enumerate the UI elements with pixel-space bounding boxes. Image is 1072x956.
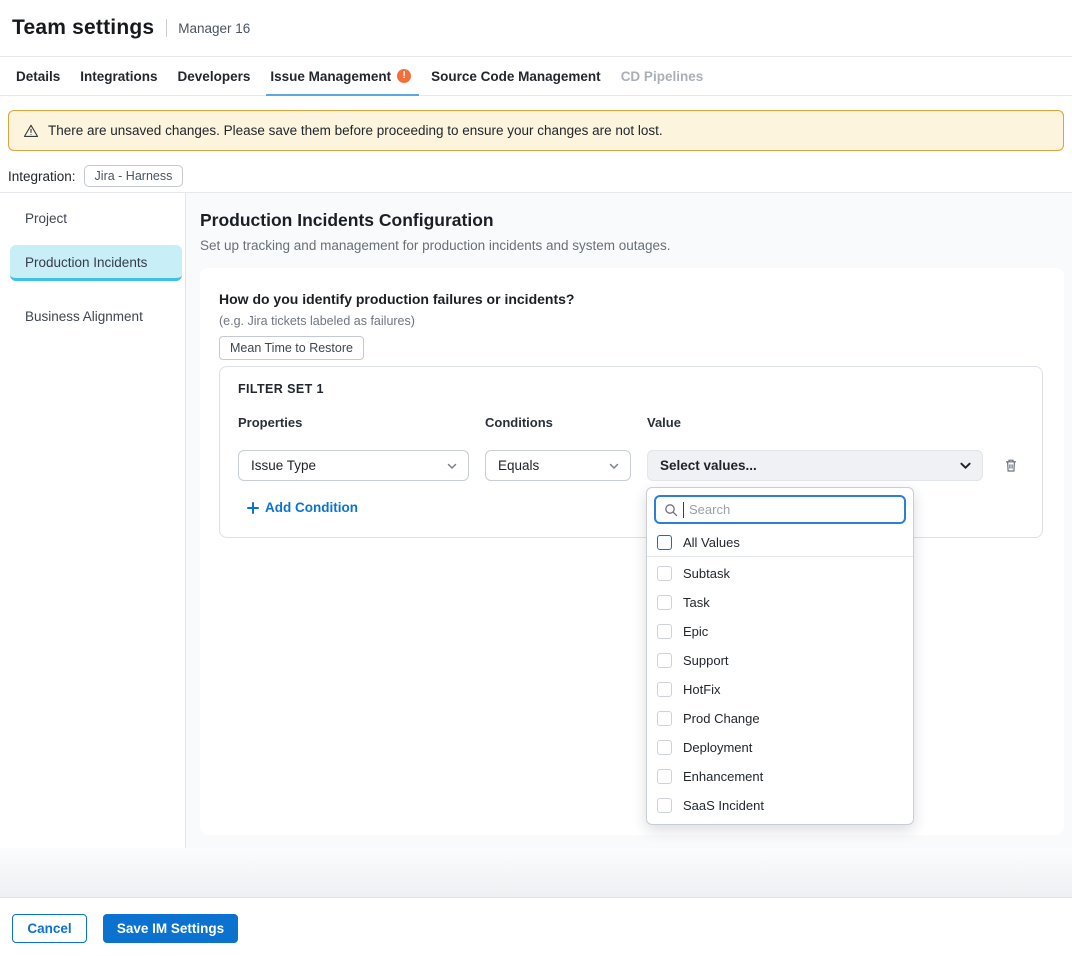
- sidebar-item-label: Project: [25, 211, 67, 226]
- tab-cd-pipelines: CD Pipelines: [621, 57, 704, 96]
- option-label: Enhancement: [683, 769, 763, 784]
- chevron-down-icon: [959, 459, 972, 472]
- tab-label: Issue Management: [270, 69, 391, 84]
- integration-label: Integration:: [8, 169, 76, 184]
- delete-filter-button[interactable]: [1001, 455, 1021, 475]
- tab-label: Details: [16, 69, 60, 84]
- filter-set-title: FILTER SET 1: [238, 382, 324, 396]
- question-hint: (e.g. Jira tickets labeled as failures): [219, 314, 415, 328]
- save-im-settings-button[interactable]: Save IM Settings: [103, 914, 238, 943]
- checkbox-icon[interactable]: [657, 624, 672, 639]
- filter-set-card: FILTER SET 1 Properties Conditions Value…: [219, 366, 1043, 538]
- column-label-properties: Properties: [238, 415, 302, 430]
- page-header: Team settings Manager 16: [0, 0, 1072, 57]
- checkbox-icon[interactable]: [657, 711, 672, 726]
- team-settings-page: Team settings Manager 16 Details Integra…: [0, 0, 1072, 956]
- property-select-value: Issue Type: [251, 458, 316, 473]
- tab-issue-management[interactable]: Issue Management !: [270, 57, 411, 96]
- tab-bar: Details Integrations Developers Issue Ma…: [0, 57, 1072, 96]
- option-saas-incident[interactable]: SaaS Incident: [647, 791, 913, 820]
- banner-text: There are unsaved changes. Please save t…: [48, 123, 663, 138]
- title-separator: [166, 19, 167, 37]
- dropdown-search-input[interactable]: [689, 502, 896, 517]
- checkbox-icon[interactable]: [657, 740, 672, 755]
- sidebar-item-project[interactable]: Project: [10, 205, 182, 233]
- checkbox-icon[interactable]: [657, 566, 672, 581]
- checkbox-icon[interactable]: [657, 653, 672, 668]
- integration-row: Integration: Jira - Harness: [8, 165, 183, 187]
- footer-action-bar: Cancel Save IM Settings: [0, 897, 1072, 956]
- option-label: Epic: [683, 624, 708, 639]
- tab-developers[interactable]: Developers: [178, 57, 251, 96]
- checkbox-icon[interactable]: [657, 535, 672, 550]
- value-dropdown-panel: All Values Subtask Task Epic Support Hot…: [646, 487, 914, 825]
- tab-label: Integrations: [80, 69, 157, 84]
- section-title: Production Incidents Configuration: [200, 210, 494, 231]
- text-cursor: [683, 502, 684, 518]
- chevron-down-icon: [446, 460, 458, 472]
- option-epic[interactable]: Epic: [647, 617, 913, 646]
- option-label: SaaS Incident: [683, 798, 764, 813]
- checkbox-icon[interactable]: [657, 769, 672, 784]
- column-label-conditions: Conditions: [485, 415, 553, 430]
- page-title: Team settings: [12, 16, 154, 40]
- content-bottom-band: [0, 848, 1072, 897]
- option-label: All Values: [683, 535, 740, 550]
- option-enhancement[interactable]: Enhancement: [647, 762, 913, 791]
- integration-chip[interactable]: Jira - Harness: [84, 165, 184, 187]
- option-task[interactable]: Task: [647, 588, 913, 617]
- value-multiselect-trigger[interactable]: Select values...: [647, 450, 983, 481]
- cancel-button[interactable]: Cancel: [12, 914, 87, 943]
- plus-icon: [247, 502, 259, 514]
- option-all-values[interactable]: All Values: [647, 529, 913, 557]
- trash-icon: [1003, 457, 1019, 474]
- unsaved-changes-banner: There are unsaved changes. Please save t…: [8, 110, 1064, 151]
- search-icon: [664, 503, 678, 517]
- option-label: HotFix: [683, 682, 721, 697]
- option-hotfix[interactable]: HotFix: [647, 675, 913, 704]
- section-subtitle: Set up tracking and management for produ…: [200, 238, 671, 253]
- tab-integrations[interactable]: Integrations: [80, 57, 157, 96]
- option-subtask[interactable]: Subtask: [647, 559, 913, 588]
- chevron-down-icon: [608, 460, 620, 472]
- option-deployment[interactable]: Deployment: [647, 733, 913, 762]
- main-content: Production Incidents Configuration Set u…: [186, 193, 1072, 848]
- sidebar-item-label: Business Alignment: [25, 309, 143, 324]
- tab-source-code-management[interactable]: Source Code Management: [431, 57, 601, 96]
- tab-label: Source Code Management: [431, 69, 601, 84]
- value-select-placeholder: Select values...: [660, 458, 757, 473]
- checkbox-icon[interactable]: [657, 798, 672, 813]
- tab-label: Developers: [178, 69, 251, 84]
- option-customer-notification[interactable]: Customer Notification: [647, 820, 913, 825]
- dropdown-search-box[interactable]: [654, 495, 906, 524]
- condition-select[interactable]: Equals: [485, 450, 631, 481]
- option-label: Support: [683, 653, 729, 668]
- option-label: Task: [683, 595, 710, 610]
- sidebar-item-production-incidents[interactable]: Production Incidents: [10, 245, 182, 281]
- option-prod-change[interactable]: Prod Change: [647, 704, 913, 733]
- column-label-value: Value: [647, 415, 681, 430]
- tab-label: CD Pipelines: [621, 69, 704, 84]
- condition-select-value: Equals: [498, 458, 539, 473]
- incidents-config-card: How do you identify production failures …: [200, 268, 1064, 835]
- add-condition-label: Add Condition: [265, 500, 358, 515]
- alert-badge-icon: !: [397, 69, 411, 83]
- sidebar-item-label: Production Incidents: [25, 255, 147, 270]
- option-label: Deployment: [683, 740, 752, 755]
- option-label: Prod Change: [683, 711, 760, 726]
- checkbox-icon[interactable]: [657, 595, 672, 610]
- metric-chip-mean-time-to-restore[interactable]: Mean Time to Restore: [219, 336, 364, 360]
- question-heading: How do you identify production failures …: [219, 291, 574, 307]
- checkbox-icon[interactable]: [657, 682, 672, 697]
- option-label: Subtask: [683, 566, 730, 581]
- tab-details[interactable]: Details: [16, 57, 60, 96]
- settings-sidebar: Project Production Incidents Business Al…: [0, 193, 185, 848]
- add-condition-button[interactable]: Add Condition: [247, 500, 358, 515]
- warning-triangle-icon: [23, 123, 39, 139]
- option-support[interactable]: Support: [647, 646, 913, 675]
- property-select[interactable]: Issue Type: [238, 450, 469, 481]
- sidebar-item-business-alignment[interactable]: Business Alignment: [10, 303, 182, 331]
- team-name: Manager 16: [178, 21, 250, 36]
